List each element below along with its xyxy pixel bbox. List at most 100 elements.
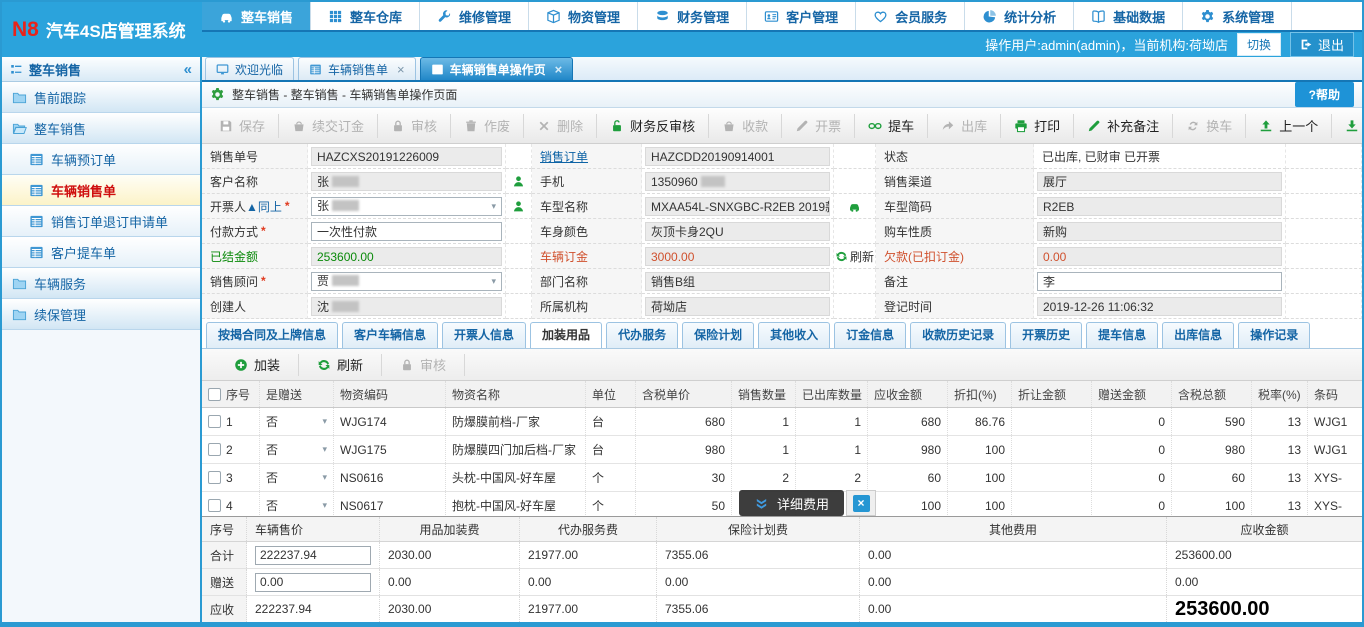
summary-row-label: 赠送 [202,569,247,595]
sidebar-item[interactable]: 售前跟踪 [2,82,200,113]
item-name: 抱枕-中国风-好车屋 [446,492,586,516]
gift-select[interactable]: 否▾ [266,469,327,486]
toolbar-button[interactable]: 作废 [451,114,524,138]
org-value: 荷坳店 [645,297,830,316]
dropdown-arrow-icon: ▾ [322,472,327,483]
detail-tab[interactable]: 代办服务 [606,322,678,348]
toolbar-button[interactable]: 删除 [524,114,597,138]
gift-select[interactable]: 否▾ [266,413,327,430]
detail-tab[interactable]: 开票人信息 [442,322,526,348]
detail-tab-label: 开票人信息 [454,328,514,342]
nav-item[interactable]: 财务管理 [638,2,747,30]
remark-input[interactable]: 李 [1037,272,1282,291]
row-checkbox[interactable] [208,499,221,512]
nav-item[interactable]: 整车仓库 [311,2,420,30]
invoicee-select[interactable]: 张▾ [311,197,502,216]
toolbar-button[interactable]: 审核 [378,114,451,138]
same-as-above-link[interactable]: ▲同上 [246,198,282,215]
detail-tab[interactable]: 加装用品 [530,322,602,349]
detail-tab[interactable]: 开票历史 [1010,322,1082,348]
row-checkbox[interactable] [208,443,221,456]
sidebar-item-label: 售前跟踪 [34,88,86,107]
toolbar-button[interactable]: 开票 [782,114,855,138]
vehicle-price-value[interactable]: 222237.94 [255,602,312,616]
sidebar-item[interactable]: 销售订单退订申请单 [2,206,200,237]
toolbar-button[interactable]: 打印 [1001,114,1074,138]
switch-org-button[interactable]: 切换 [1237,33,1281,56]
page-tab[interactable]: 欢迎光临 [205,57,294,80]
nav-item-label: 整车仓库 [350,7,402,26]
detail-tab[interactable]: 收款历史记录 [910,322,1006,348]
toolbar-button[interactable]: 补充备注 [1074,114,1173,138]
detail-tab[interactable]: 出库信息 [1162,322,1234,348]
item-row[interactable]: 3 否▾ NS0616 头枕-中国风-好车屋 个 30 2 2 60 100 0… [202,464,1362,492]
toolbar-button[interactable]: 财务反审核 [597,114,709,138]
sidebar-item[interactable]: 车辆预订单 [2,144,200,175]
items-toolbar-button[interactable]: 审核 [382,354,465,376]
detail-tab[interactable]: 保险计划 [682,322,754,348]
car-icon[interactable] [848,200,861,213]
sale-order-link[interactable]: 销售订单 [540,148,588,165]
gift-select[interactable]: 否▾ [266,441,327,458]
sidebar-item[interactable]: 客户提车单 [2,237,200,268]
collapse-sidebar-icon[interactable]: « [184,61,192,78]
toolbar-button[interactable]: 提车 [855,114,928,138]
item-row[interactable]: 2 否▾ WJG175 防爆膜四门加后档-厂家 台 980 1 1 980 10… [202,436,1362,464]
toolbar-button[interactable]: 下一个 [1332,114,1362,138]
detail-tab-label: 开票历史 [1022,328,1070,342]
gift-select[interactable]: 否▾ [266,497,327,514]
advisor-select[interactable]: 贾▾ [311,272,502,291]
toolbar-button-label: 打印 [1034,116,1060,135]
row-checkbox[interactable] [208,415,221,428]
arrears-value: 0.00 [1037,247,1282,266]
vehicle-price-value[interactable]: 0.00 [255,573,371,592]
items-toolbar-button[interactable]: 刷新 [299,354,382,376]
nav-item[interactable]: 会员服务 [856,2,965,30]
item-row[interactable]: 1 否▾ WJG174 防爆膜前档-厂家 台 680 1 1 680 86.76… [202,408,1362,436]
payment-input[interactable]: 一次性付款 [311,222,502,241]
toggle-detail-fee-button[interactable]: 详细费用 [739,490,844,516]
logout-button[interactable]: 退出 [1290,32,1354,57]
pick-invoicee-icon[interactable] [512,200,525,213]
nav-item[interactable]: 客户管理 [747,2,856,30]
detail-tab[interactable]: 客户车辆信息 [342,322,438,348]
vehicle-price-value[interactable]: 222237.94 [255,546,371,565]
nav-item[interactable]: 维修管理 [420,2,529,30]
row-checkbox[interactable] [208,471,221,484]
pick-customer-icon[interactable] [512,175,525,188]
deposit-value: 3000.00 [645,247,830,266]
toolbar-button[interactable]: 出库 [928,114,1001,138]
nav-item[interactable]: 统计分析 [965,2,1074,30]
page-tab[interactable]: 车辆销售单操作页 × [420,57,574,80]
detail-tab[interactable]: 按揭合同及上牌信息 [206,322,338,348]
nav-item[interactable]: 物资管理 [529,2,638,30]
toolbar-button[interactable]: 换车 [1173,114,1246,138]
items-toolbar: 加装 刷新 审核 [202,349,1362,381]
sidebar-item[interactable]: 续保管理 [2,299,200,330]
close-tab-icon[interactable]: × [397,63,405,76]
sidebar-item[interactable]: 车辆销售单 [2,175,200,206]
page-tab[interactable]: 车辆销售单 × [298,57,416,80]
sidebar-item[interactable]: 车辆服务 [2,268,200,299]
detail-tab[interactable]: 其他收入 [758,322,830,348]
toolbar-button[interactable]: 上一个 [1246,114,1332,138]
org-label: 所属机构 [532,294,642,319]
close-tab-icon[interactable]: × [555,63,563,76]
items-toolbar-button[interactable]: 加装 [216,354,299,376]
monitor-icon [216,63,229,76]
toolbar-button[interactable]: 保存 [206,114,279,138]
nav-item[interactable]: 系统管理 [1183,2,1292,30]
detail-tab[interactable]: 操作记录 [1238,322,1310,348]
close-detail-fee-icon[interactable]: × [853,495,870,512]
nav-item[interactable]: 基础数据 [1074,2,1183,30]
sidebar-item[interactable]: 整车销售 [2,113,200,144]
toolbar-button[interactable]: 续交订金 [279,114,378,138]
help-button[interactable]: ?帮助 [1295,82,1354,107]
select-all-checkbox[interactable] [208,388,221,401]
refresh-deposit-button[interactable]: 刷新 [834,244,876,269]
detail-tab[interactable]: 订金信息 [834,322,906,348]
detail-tab[interactable]: 提车信息 [1086,322,1158,348]
nav-item[interactable]: 整车销售 [202,2,311,30]
toolbar-button[interactable]: 收款 [709,114,782,138]
arrow-out-icon [941,119,955,133]
